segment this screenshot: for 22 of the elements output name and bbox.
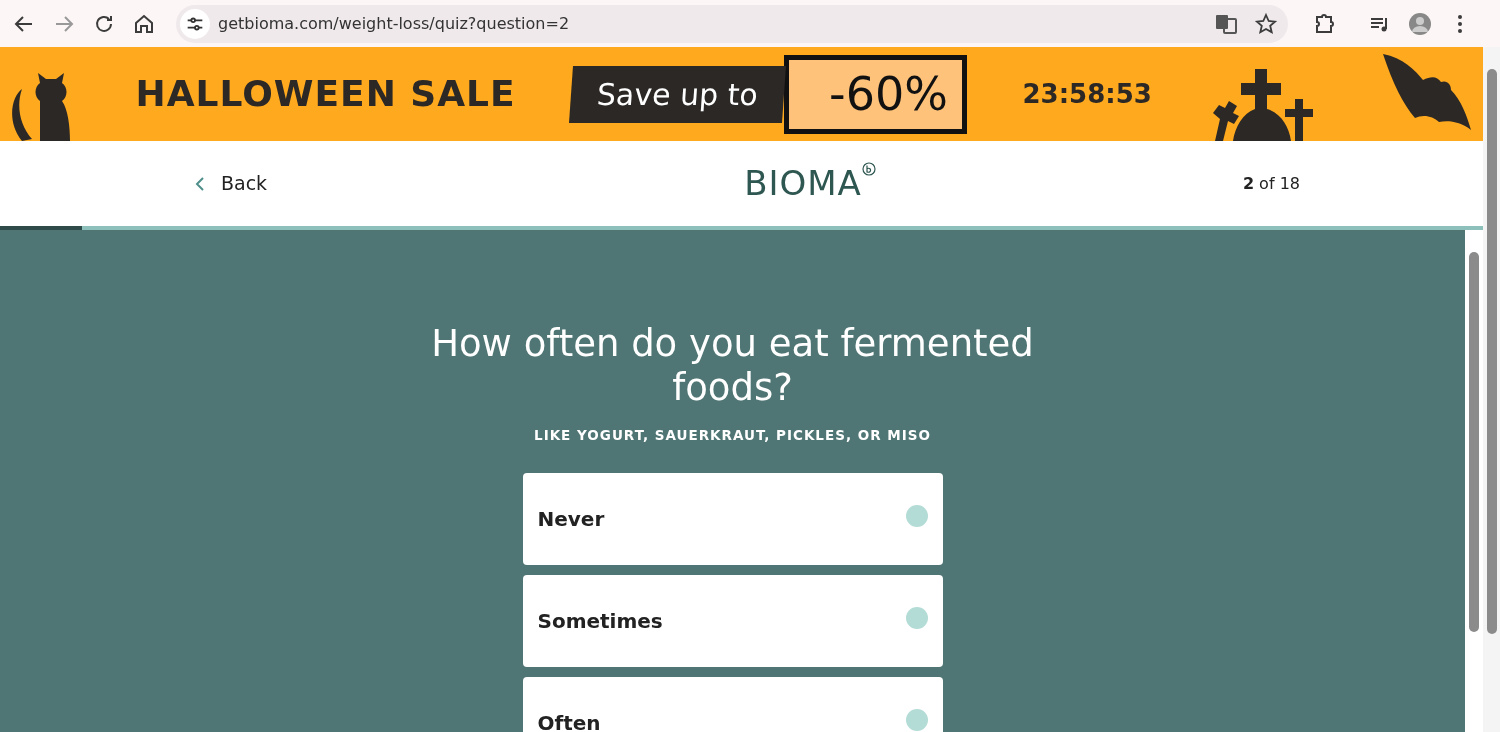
star-icon[interactable] (1254, 11, 1278, 36)
question-subtitle: LIKE YOGURT, SAUERKRAUT, PICKLES, OR MISO (534, 425, 931, 445)
countdown-timer: 23:58:53 (1022, 77, 1152, 111)
banner-title: HALLOWEEN SALE (135, 72, 516, 116)
question-title: How often do you eat fermented foods? (430, 322, 1035, 411)
sale-banner[interactable]: HALLOWEEN SALE Save up to -60% 23:58:53 (0, 47, 1483, 141)
answer-option[interactable]: Never (522, 473, 943, 566)
chevron-left-icon (195, 175, 205, 192)
trademark-icon (861, 162, 876, 176)
site-settings-icon[interactable] (180, 8, 210, 39)
answer-option[interactable]: Often (522, 677, 943, 732)
question-counter: 2 of 18 (1242, 172, 1300, 195)
page-scrollbar[interactable] (1483, 47, 1500, 732)
offer-label: Save up to (569, 65, 787, 123)
scrollbar-thumb[interactable] (1469, 252, 1479, 632)
answer-option[interactable]: Sometimes (522, 575, 943, 668)
profile-avatar-icon[interactable] (1408, 11, 1432, 36)
scrollbar-thumb[interactable] (1487, 69, 1497, 634)
back-button[interactable]: Back (195, 169, 268, 198)
inner-scrollbar[interactable] (1465, 230, 1483, 732)
brand-logo[interactable]: BIOMA (744, 158, 862, 209)
offer-value: -60% (784, 54, 967, 134)
